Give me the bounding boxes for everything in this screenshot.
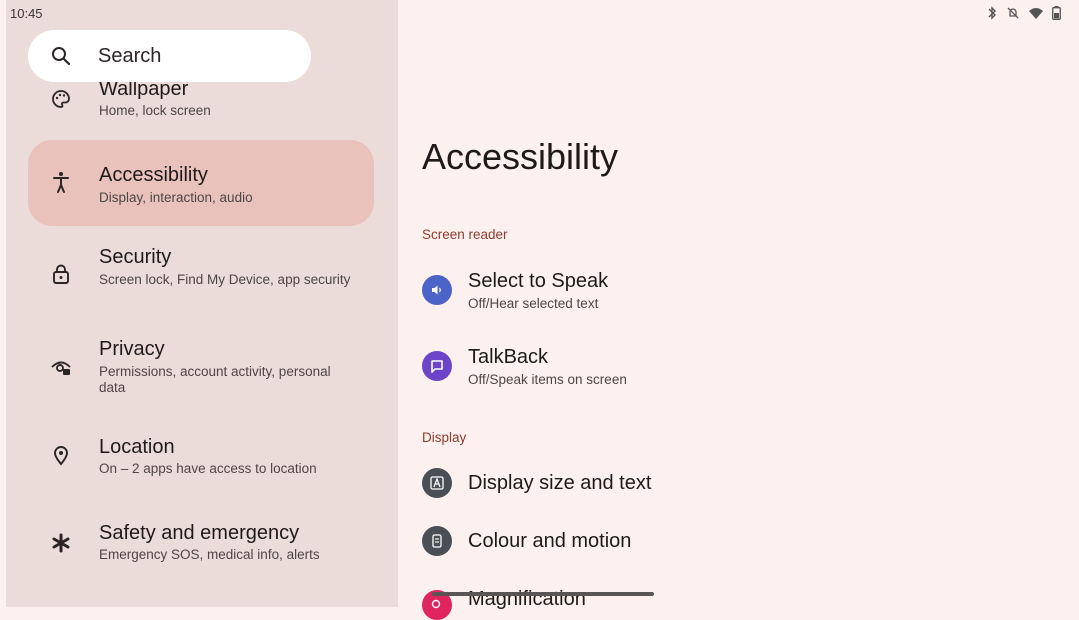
sidebar-item-title: Privacy <box>99 338 165 360</box>
chat-bubble-icon <box>422 351 452 381</box>
pref-title: Select to Speak <box>468 270 609 292</box>
sidebar-item-title: Security <box>99 246 172 268</box>
asterisk-icon <box>50 532 72 554</box>
pref-subtitle: Off/Hear selected text <box>468 296 599 311</box>
pref-title: Display size and text <box>468 472 652 494</box>
battery-icon <box>1052 6 1061 25</box>
mute-icon <box>1006 6 1020 25</box>
status-bar: 10:45 <box>0 0 1079 28</box>
sidebar-item-accessibility[interactable]: Accessibility Display, interaction, audi… <box>28 140 374 226</box>
main-panel: Accessibility Screen reader Select to Sp… <box>398 0 1079 620</box>
color-motion-icon <box>422 526 452 556</box>
home-indicator[interactable] <box>432 592 654 596</box>
sidebar-item-subtitle: Home, lock screen <box>99 103 211 118</box>
sidebar-item-subtitle: Emergency SOS, medical info, alerts <box>99 547 320 562</box>
status-time: 10:45 <box>10 6 43 21</box>
sidebar-item-privacy[interactable]: Privacy Permissions, account activity, p… <box>28 328 374 408</box>
sidebar-item-title: Safety and emergency <box>99 522 300 544</box>
search-icon <box>50 45 72 67</box>
pref-talkback[interactable]: TalkBack Off/Speak items on screen <box>422 344 1022 394</box>
pref-magnification[interactable]: Magnification <box>422 584 1022 620</box>
lock-icon <box>50 263 72 285</box>
privacy-eye-icon <box>50 356 72 378</box>
pref-title: TalkBack <box>468 346 549 368</box>
pref-display-size-and-text[interactable]: Display size and text <box>422 466 1022 502</box>
bluetooth-icon <box>986 6 998 25</box>
sidebar: Search Wallpaper Home, lock screen Acces… <box>6 0 398 607</box>
search-bar[interactable]: Search <box>28 30 311 82</box>
sidebar-item-safety[interactable]: Safety and emergency Emergency SOS, medi… <box>28 512 374 576</box>
sidebar-item-location[interactable]: Location On – 2 apps have access to loca… <box>28 424 374 488</box>
palette-icon <box>50 88 72 110</box>
section-header-screen-reader: Screen reader <box>422 227 508 242</box>
speaker-icon <box>422 275 452 305</box>
sidebar-item-subtitle: On – 2 apps have access to location <box>99 461 317 476</box>
sidebar-item-security[interactable]: Security Screen lock, Find My Device, ap… <box>28 236 374 316</box>
pref-title: Colour and motion <box>468 530 632 552</box>
section-header-display: Display <box>422 430 467 445</box>
accessibility-icon <box>50 172 72 194</box>
wifi-icon <box>1028 7 1044 25</box>
pref-colour-and-motion[interactable]: Colour and motion <box>422 524 1022 560</box>
sidebar-item-title: Location <box>99 436 175 458</box>
page-title: Accessibility <box>422 136 619 177</box>
pref-subtitle: Off/Speak items on screen <box>468 372 627 387</box>
status-icons <box>986 6 1061 25</box>
sidebar-item-subtitle: Screen lock, Find My Device, app securit… <box>99 272 351 287</box>
pref-select-to-speak[interactable]: Select to Speak Off/Hear selected text <box>422 268 1022 318</box>
sidebar-item-subtitle: Permissions, account activity, personal … <box>99 364 331 395</box>
text-size-icon <box>422 468 452 498</box>
sidebar-item-title: Accessibility <box>99 164 208 186</box>
location-pin-icon <box>50 444 72 466</box>
search-label: Search <box>98 45 162 67</box>
sidebar-item-subtitle: Display, interaction, audio <box>99 190 253 205</box>
